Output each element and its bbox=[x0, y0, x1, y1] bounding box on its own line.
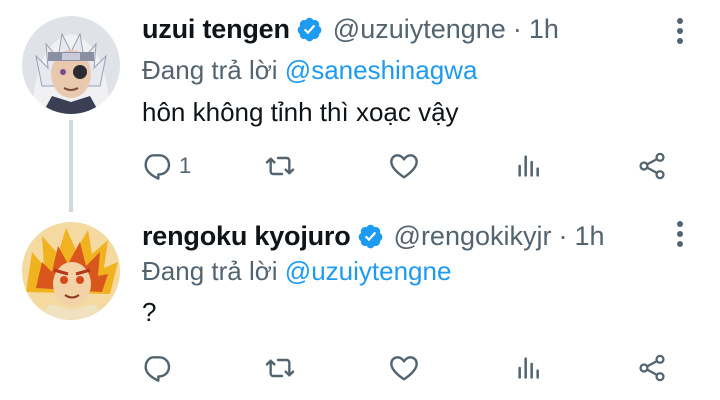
avatar-uzui-image bbox=[22, 16, 120, 114]
share-button[interactable] bbox=[636, 348, 668, 388]
reply-button[interactable] bbox=[141, 348, 179, 388]
analytics-button[interactable] bbox=[513, 348, 545, 388]
verified-badge-icon bbox=[358, 224, 382, 249]
replying-to-label: Đang trả lời bbox=[142, 55, 278, 85]
retweet-icon bbox=[265, 156, 295, 176]
tweet-header: uzui tengen @uzuiytengne · 1h bbox=[142, 14, 559, 45]
avatar[interactable] bbox=[22, 222, 120, 320]
share-icon bbox=[639, 152, 665, 180]
display-name[interactable]: rengoku kyojuro bbox=[142, 221, 351, 252]
verified-badge-icon bbox=[297, 17, 322, 42]
share-icon bbox=[639, 354, 665, 382]
like-button[interactable] bbox=[388, 348, 420, 388]
analytics-icon bbox=[518, 155, 539, 177]
retweet-button[interactable] bbox=[264, 348, 296, 388]
replying-to-line: Đang trả lời @saneshinagwa bbox=[142, 55, 477, 86]
like-button[interactable] bbox=[388, 146, 420, 186]
separator: · bbox=[558, 221, 568, 251]
tweet-text: hôn không tỉnh thì xoạc vậy bbox=[142, 97, 459, 127]
retweet-icon bbox=[265, 358, 295, 378]
tweet-text: ? bbox=[142, 297, 157, 327]
more-vertical-icon[interactable] bbox=[674, 221, 686, 251]
reply-icon bbox=[144, 356, 171, 382]
analytics-icon bbox=[518, 357, 539, 379]
tweet-header: rengoku kyojuro @rengokikyjr · 1h bbox=[142, 221, 605, 252]
like-icon bbox=[390, 356, 418, 381]
handle[interactable]: @rengokikyjr bbox=[394, 221, 552, 252]
analytics-button[interactable] bbox=[513, 146, 545, 186]
replying-to-line: Đang trả lời @uzuiytengne bbox=[142, 256, 451, 287]
timestamp[interactable]: 1h bbox=[529, 14, 559, 45]
reply-mention-link[interactable]: @saneshinagwa bbox=[285, 55, 478, 85]
retweet-button[interactable] bbox=[264, 146, 296, 186]
share-button[interactable] bbox=[636, 146, 668, 186]
handle[interactable]: @uzuiytengne bbox=[333, 14, 506, 45]
avatar-rengoku-image bbox=[22, 222, 120, 320]
reply-count: 1 bbox=[179, 153, 192, 178]
reply-mention-link[interactable]: @uzuiytengne bbox=[285, 256, 452, 286]
tweet-uzui[interactable]: uzui tengen @uzuiytengne · 1h Đang trả l… bbox=[0, 0, 720, 212]
avatar[interactable] bbox=[22, 16, 120, 114]
timestamp[interactable]: 1h bbox=[574, 221, 604, 252]
reply-icon bbox=[144, 154, 171, 180]
more-vertical-icon[interactable] bbox=[674, 18, 686, 48]
separator: · bbox=[512, 14, 522, 44]
display-name[interactable]: uzui tengen bbox=[142, 14, 290, 45]
tweet-actions bbox=[0, 348, 720, 388]
replying-to-label: Đang trả lời bbox=[142, 256, 278, 286]
tweet-actions: 1 bbox=[0, 146, 720, 186]
reply-button[interactable]: 1 bbox=[141, 146, 191, 186]
like-icon bbox=[390, 154, 418, 179]
